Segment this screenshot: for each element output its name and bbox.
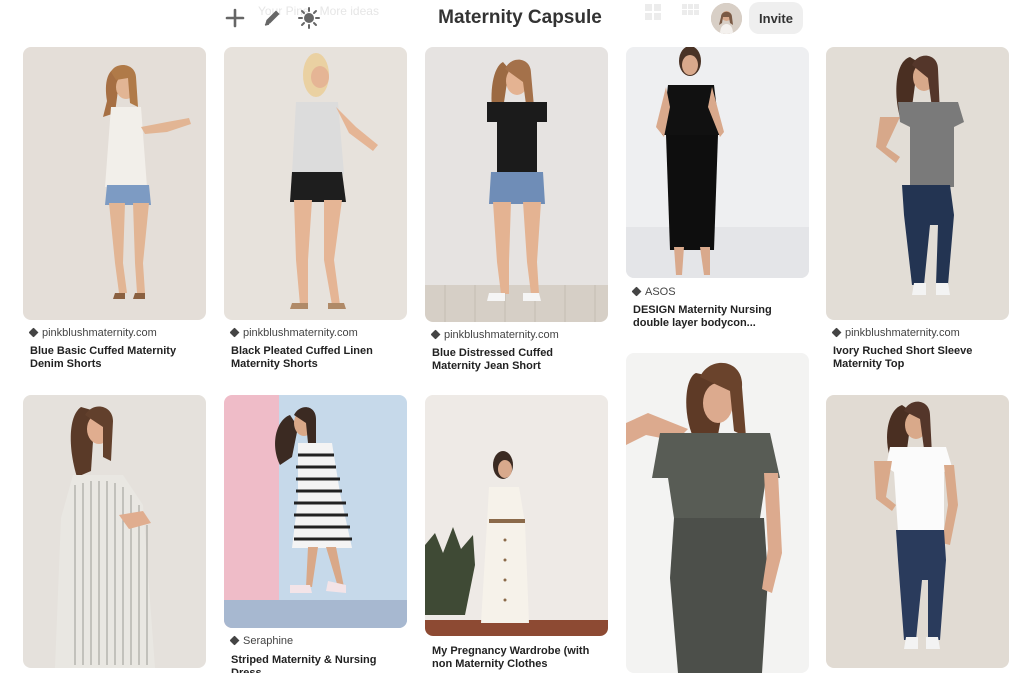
tag-icon [831,327,842,338]
pin-source[interactable]: pinkblushmaternity.com [430,329,559,341]
plus-icon[interactable] [223,6,247,30]
pin-image[interactable] [826,47,1009,320]
pin-source[interactable]: pinkblushmaternity.com [229,327,358,339]
tag-icon [631,286,642,297]
pin-title[interactable]: Striped Maternity & Nursing Dress [231,654,401,673]
pin-title[interactable]: Blue Distressed Cuffed Maternity Jean Sh… [432,347,602,373]
pin-image[interactable] [626,47,809,278]
pin-title[interactable]: My Pregnancy Wardrobe (with non Maternit… [432,645,602,671]
pin-image[interactable] [425,395,608,636]
tag-icon [430,329,441,340]
pin-image[interactable] [224,47,407,320]
pencil-icon[interactable] [260,6,284,30]
pin-image[interactable] [425,47,608,322]
invite-button[interactable]: Invite [749,2,803,34]
compact-view-toggle[interactable] [676,0,706,24]
pin-image[interactable] [826,395,1009,668]
tag-icon [28,327,39,338]
pin-image[interactable] [224,395,407,628]
pin-image[interactable] [626,353,809,673]
tag-icon [229,635,240,646]
tag-icon [229,327,240,338]
pin-image[interactable] [23,47,206,320]
avatar[interactable] [711,3,742,34]
pin-title[interactable]: Black Pleated Cuffed Linen Maternity Sho… [231,345,401,371]
pin-image[interactable] [23,395,206,668]
pin-source[interactable]: Seraphine [229,635,293,647]
grid-view-toggle[interactable] [638,0,668,24]
pin-title[interactable]: Ivory Ruched Short Sleeve Maternity Top [833,345,1003,371]
pin-source[interactable]: pinkblushmaternity.com [28,327,157,339]
sparkle-icon[interactable] [297,6,321,30]
pin-title[interactable]: DESIGN Maternity Nursing double layer bo… [633,304,803,330]
board-header: Your Pins · More ideas Maternity Capsule [0,0,1024,40]
pin-title[interactable]: Blue Basic Cuffed Maternity Denim Shorts [30,345,200,371]
pin-source[interactable]: ASOS [631,286,676,298]
board-title: Maternity Capsule [438,7,602,28]
pin-source[interactable]: pinkblushmaternity.com [831,327,960,339]
